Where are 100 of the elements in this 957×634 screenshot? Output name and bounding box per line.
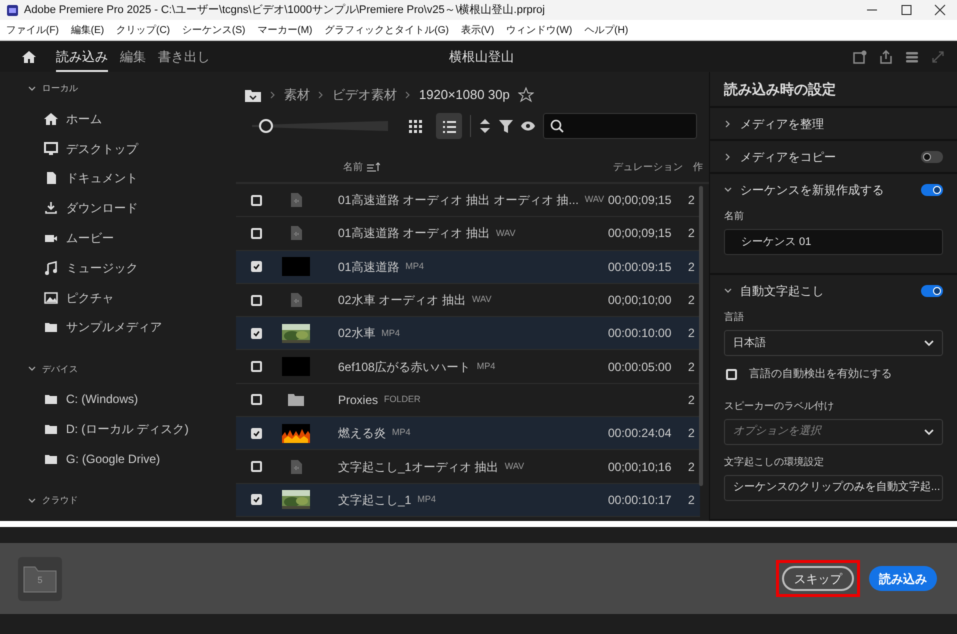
checkbox[interactable]: [251, 394, 262, 406]
sidebar-item[interactable]: ドキュメント: [66, 169, 138, 188]
sidebar-item[interactable]: ダウンロード: [66, 199, 138, 218]
menu-item[interactable]: 表示(V): [460, 22, 494, 38]
file-name[interactable]: 文字起こし_1: [338, 490, 412, 509]
section-header[interactable]: メディアをコピー: [740, 148, 836, 166]
sidebar-item[interactable]: ムービー: [66, 229, 114, 248]
checkbox[interactable]: [251, 428, 262, 439]
file-name[interactable]: 02水車: [338, 324, 376, 342]
section-header[interactable]: シーケンスを新規作成する: [740, 180, 884, 198]
column-header[interactable]: 名前: [343, 160, 363, 174]
checkbox[interactable]: [251, 461, 262, 472]
menu-item[interactable]: マーカー(M): [257, 22, 312, 38]
document-icon: [44, 171, 58, 186]
settings-icon[interactable]: [905, 50, 919, 64]
chevron-icon[interactable]: [724, 152, 732, 160]
sidebar-item[interactable]: ピクチャ: [66, 288, 114, 307]
checkbox[interactable]: [251, 294, 262, 306]
checkbox[interactable]: [251, 228, 262, 239]
scrollbar[interactable]: [699, 186, 703, 486]
breadcrumb-item[interactable]: ビデオ素材: [332, 85, 397, 105]
file-name[interactable]: 01高速道路: [338, 258, 400, 276]
toggle-switch[interactable]: [921, 284, 943, 296]
tab[interactable]: 編集: [120, 40, 146, 72]
section-header[interactable]: メディアを整理: [740, 114, 824, 132]
chevron-icon[interactable]: [724, 286, 732, 294]
column-header[interactable]: デュレーション: [613, 160, 693, 174]
filter-icon[interactable]: [499, 119, 513, 133]
folder-icon[interactable]: [244, 88, 262, 102]
search-field[interactable]: [543, 113, 697, 139]
checkbox[interactable]: [251, 194, 262, 206]
menu-item[interactable]: グラフィックとタイトル(G): [324, 22, 449, 38]
duration: 00:00:05:00: [608, 360, 672, 374]
section-header[interactable]: 自動文字起こし: [740, 282, 824, 300]
music-note-icon: [44, 260, 58, 275]
file-name[interactable]: 文字起こし_1オーディオ 抽出: [338, 458, 499, 476]
sort-icon[interactable]: [366, 162, 380, 172]
checkbox[interactable]: [251, 328, 262, 339]
tab[interactable]: 書き出し: [158, 40, 210, 72]
sort-icon[interactable]: [479, 118, 491, 134]
menu-item[interactable]: ヘルプ(H): [584, 22, 628, 38]
list-view-icon[interactable]: [436, 113, 462, 139]
star-icon[interactable]: [518, 87, 534, 103]
dropdown[interactable]: 日本語: [724, 330, 943, 356]
slider-thumb[interactable]: [258, 119, 273, 133]
file-name[interactable]: Proxies: [338, 390, 378, 409]
file-type: MP4: [381, 326, 400, 340]
file-name[interactable]: 燃える炎: [338, 424, 386, 442]
chevron-icon[interactable]: [28, 365, 36, 374]
chevron-icon[interactable]: [28, 496, 36, 505]
group-label[interactable]: クラウド: [42, 494, 78, 508]
menu-item[interactable]: クリップ(C): [116, 22, 170, 38]
breadcrumb-item[interactable]: 素材: [284, 85, 310, 105]
home-icon[interactable]: [22, 50, 37, 64]
sidebar-item[interactable]: デスクトップ: [66, 140, 138, 158]
column-header[interactable]: 作: [693, 160, 703, 174]
menu-item[interactable]: ファイル(F): [6, 22, 59, 38]
chevron-icon[interactable]: [28, 85, 36, 93]
checkbox[interactable]: [251, 261, 262, 272]
dropdown[interactable]: オプションを選択: [724, 418, 943, 444]
sidebar-item[interactable]: G: (Google Drive): [66, 450, 160, 468]
menu-item[interactable]: 編集(E): [70, 22, 104, 38]
sidebar-item[interactable]: ミュージック: [66, 258, 138, 277]
folder-icon: [44, 392, 58, 406]
duration: 00:00:09:15: [608, 260, 672, 274]
sidebar-item[interactable]: D: (ローカル ディスク): [66, 420, 189, 438]
sidebar-item[interactable]: サンプルメディア: [66, 318, 162, 336]
table-cell-text: 2: [688, 358, 695, 376]
sidebar-item[interactable]: ホーム: [66, 110, 102, 128]
chevron-icon[interactable]: [724, 120, 732, 128]
group-label[interactable]: ローカル: [42, 82, 78, 96]
checkbox[interactable]: [726, 368, 737, 380]
sidebar-item[interactable]: C: (Windows): [66, 390, 138, 408]
file-name[interactable]: 6ef108広がる赤いハート: [338, 358, 471, 376]
file-name[interactable]: 01高速道路 オーディオ 抽出 オーディオ 抽...: [338, 191, 579, 210]
import-button[interactable]: 読み込み: [869, 566, 937, 591]
audio-file-icon: [290, 460, 302, 474]
eye-icon[interactable]: [521, 121, 535, 131]
project-title: 横根山登山: [449, 48, 514, 66]
skip-button[interactable]: スキップ: [782, 566, 854, 591]
group-label[interactable]: デバイス: [42, 362, 78, 376]
file-name[interactable]: 02水車 オーディオ 抽出: [338, 291, 466, 310]
file-name[interactable]: 01高速道路 オーディオ 抽出: [338, 224, 490, 242]
chevron-icon[interactable]: [724, 186, 732, 194]
share-icon[interactable]: [879, 50, 893, 64]
toggle-switch[interactable]: [921, 184, 943, 196]
checkbox[interactable]: [251, 494, 262, 506]
dropdown[interactable]: シーケンスのクリップのみを自動文字起...: [724, 474, 943, 500]
field-label: 名前: [724, 210, 745, 224]
panel-icon[interactable]: [853, 50, 867, 64]
duration: 00:00:10:00: [608, 326, 672, 340]
toggle-switch[interactable]: [921, 150, 943, 162]
menu-item[interactable]: ウィンドウ(W): [506, 22, 572, 38]
size-slider[interactable]: [252, 119, 388, 133]
checkbox[interactable]: [251, 361, 262, 372]
breadcrumb-item[interactable]: 1920×1080 30p: [419, 85, 510, 105]
menu-item[interactable]: シーケンス(S): [182, 22, 246, 38]
text-field[interactable]: シーケンス 01: [724, 229, 943, 255]
folder-icon: [44, 422, 58, 436]
checkbox-label[interactable]: 言語の自動検出を有効にする: [749, 366, 892, 382]
